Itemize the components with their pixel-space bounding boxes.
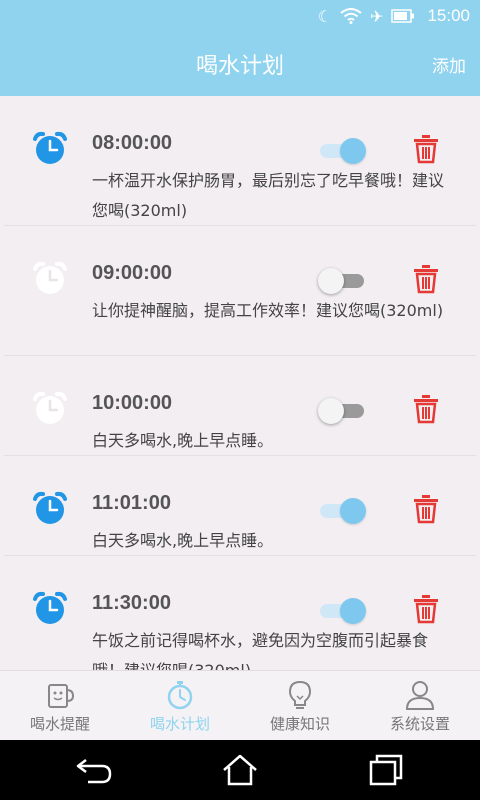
recent-apps-icon[interactable] [366,752,406,788]
status-time: 15:00 [427,6,470,25]
reminder-text: 让你提神醒脑，提高工作效率！建议您喝(320ml) [92,301,444,320]
reminder-toggle[interactable] [318,396,368,426]
bottom-tab-bar: 喝水提醒 喝水计划 健康知识 系统设置 [0,670,480,740]
app-header: 喝水计划 添加 [0,34,480,96]
moon-icon: ☾ [317,6,333,26]
tab-drink-plan[interactable]: 喝水计划 [120,671,240,741]
alarm-clock-icon [33,391,67,424]
reminder-card[interactable]: 11:01:00 白天多喝水,晚上早点睡。 [4,466,476,556]
alarm-clock-icon [33,261,67,294]
tab-label: 喝水计划 [149,715,210,733]
reminder-card[interactable]: 11:30:00 午饭之前记得喝杯水，避免因为空腹而引起暴食哦！建议您喝(320… [4,566,476,670]
cup-icon [48,684,75,708]
alarm-clock-icon [33,591,67,624]
stopwatch-icon [167,681,193,710]
trash-icon[interactable] [412,594,440,624]
reminder-toggle[interactable] [318,266,368,296]
lightbulb-icon [288,680,312,709]
system-nav-bar [0,740,480,800]
reminder-time: 11:01:00 [92,492,171,514]
page-title: 喝水计划 [195,54,284,79]
trash-icon[interactable] [412,264,440,294]
reminder-toggle[interactable] [320,596,368,626]
tab-system-settings[interactable]: 系统设置 [360,671,480,741]
reminder-card[interactable]: 09:00:00 让你提神醒脑，提高工作效率！建议您喝(320ml) [4,236,476,356]
alarm-clock-icon [33,131,67,164]
tab-health-knowledge[interactable]: 健康知识 [240,671,360,741]
reminder-text: 一杯温开水保护肠胃，最后别忘了吃早餐哦！建议您喝(320ml) [92,171,445,220]
reminder-text: 白天多喝水,晚上早点睡。 [92,431,274,450]
reminder-text: 白天多喝水,晚上早点睡。 [92,531,274,550]
trash-icon[interactable] [412,494,440,524]
status-icons: ☾ ✈ 15:00 [318,6,470,26]
tab-label: 系统设置 [389,715,450,733]
alarm-clock-icon [33,491,67,524]
reminder-card[interactable]: 08:00:00 一杯温开水保护肠胃，最后别忘了吃早餐哦！建议您喝(320ml) [4,106,476,226]
wifi-icon [340,8,362,24]
back-icon[interactable] [74,752,114,788]
add-button[interactable]: 添加 [432,52,466,77]
reminder-text: 午饭之前记得喝杯水，避免因为空腹而引起暴食哦！建议您喝(320ml) [92,631,429,670]
tab-label: 喝水提醒 [29,715,90,733]
reminder-time: 08:00:00 [92,132,173,154]
user-icon [405,681,435,710]
trash-icon[interactable] [412,394,440,424]
status-bar: ☾ ✈ 15:00 [0,0,480,34]
reminder-time: 11:30:00 [92,592,171,614]
reminder-time: 09:00:00 [92,262,173,284]
battery-icon [391,9,415,23]
reminder-list[interactable]: 08:00:00 一杯温开水保护肠胃，最后别忘了吃早餐哦！建议您喝(320ml)… [0,96,480,670]
reminder-toggle[interactable] [320,496,368,526]
reminder-toggle[interactable] [320,136,368,166]
home-icon[interactable] [220,752,260,788]
tab-label: 健康知识 [269,715,330,733]
trash-icon[interactable] [412,134,440,164]
reminder-card[interactable]: 10:00:00 白天多喝水,晚上早点睡。 [4,366,476,456]
tab-drink-reminder[interactable]: 喝水提醒 [0,671,120,741]
reminder-time: 10:00:00 [92,392,173,414]
airplane-icon: ✈ [370,6,384,26]
